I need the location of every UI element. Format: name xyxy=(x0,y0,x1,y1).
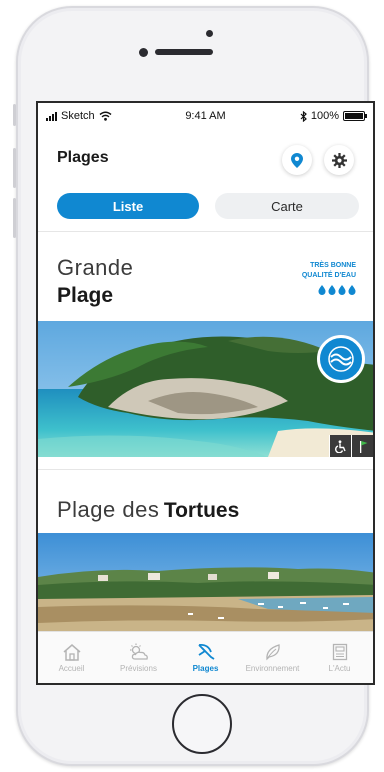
beach-name-bold: Plage xyxy=(57,284,114,307)
water-drop-icon xyxy=(318,285,326,295)
bluetooth-icon xyxy=(300,110,307,122)
leaf-icon xyxy=(265,643,280,660)
beach-photo xyxy=(38,533,373,643)
wheelchair-icon xyxy=(335,439,346,453)
beach-name-light: Grande xyxy=(57,255,134,280)
app-screen: Sketch 9:41 AM 100% Plages Liste Carte G… xyxy=(36,101,375,685)
water-quality-line2: QUALITÉ D'EAU xyxy=(301,272,356,279)
gear-icon xyxy=(331,152,347,168)
earpiece-speaker xyxy=(155,49,213,55)
flag-badge xyxy=(351,435,373,457)
weather-icon xyxy=(129,643,148,660)
front-camera xyxy=(206,30,213,37)
location-pin-icon xyxy=(291,152,303,168)
beach-name: Grande Plage xyxy=(57,255,133,308)
tab-lactu[interactable]: L'Actu xyxy=(306,632,373,683)
tab-label: Plages xyxy=(192,663,219,673)
tab-carte[interactable]: Carte xyxy=(215,193,359,219)
wave-icon xyxy=(328,346,354,372)
beach-icon xyxy=(197,643,214,660)
bottom-tab-bar: Accueil Prévisions Plages Environnement … xyxy=(38,631,373,683)
flag-icon xyxy=(359,440,367,453)
water-drop-icon xyxy=(328,285,336,295)
header-divider xyxy=(38,231,373,232)
water-drop-icon xyxy=(338,285,346,295)
tab-label: Accueil xyxy=(58,663,85,673)
proximity-sensor xyxy=(139,48,148,57)
water-quality-label: TRÈS BONNE QUALITÉ D'EAU xyxy=(302,261,356,295)
tab-plages[interactable]: Plages xyxy=(172,632,239,683)
volume-down-button xyxy=(13,198,16,238)
tab-previsions[interactable]: Prévisions xyxy=(105,632,172,683)
battery-icon xyxy=(343,111,367,121)
facility-badges xyxy=(329,435,373,457)
water-quality-line1: TRÈS BONNE xyxy=(310,262,356,269)
water-drop-icon xyxy=(348,285,356,295)
tab-liste[interactable]: Liste xyxy=(57,193,199,219)
status-bar: Sketch 9:41 AM 100% xyxy=(38,103,373,129)
page-title: Plages xyxy=(57,149,109,166)
water-quality-drops xyxy=(302,285,356,295)
battery-percent: 100% xyxy=(310,110,339,122)
card-divider xyxy=(38,469,373,470)
harbor-photo-image xyxy=(38,533,373,643)
beach-name-bold: Tortues xyxy=(163,499,240,522)
beach-name-light: Plage des xyxy=(57,497,160,522)
mute-switch xyxy=(13,104,16,126)
beach-photo xyxy=(38,321,373,457)
app-header: Plages xyxy=(38,141,373,177)
home-button[interactable] xyxy=(172,694,232,754)
quality-badge[interactable] xyxy=(317,335,365,383)
beach-name: Plage des Tortues xyxy=(57,497,239,523)
tab-label: Prévisions xyxy=(120,663,157,673)
wheelchair-access-badge xyxy=(329,435,351,457)
home-icon xyxy=(63,643,80,661)
tab-label: Environnement xyxy=(245,663,300,673)
settings-button[interactable] xyxy=(324,145,354,175)
map-pin-button[interactable] xyxy=(282,145,312,175)
tab-accueil[interactable]: Accueil xyxy=(38,632,105,683)
volume-up-button xyxy=(13,148,16,188)
tab-label: L'Actu xyxy=(328,663,351,673)
view-toggle: Liste Carte xyxy=(57,193,359,219)
news-icon xyxy=(332,643,347,660)
tab-environnement[interactable]: Environnement xyxy=(239,632,306,683)
